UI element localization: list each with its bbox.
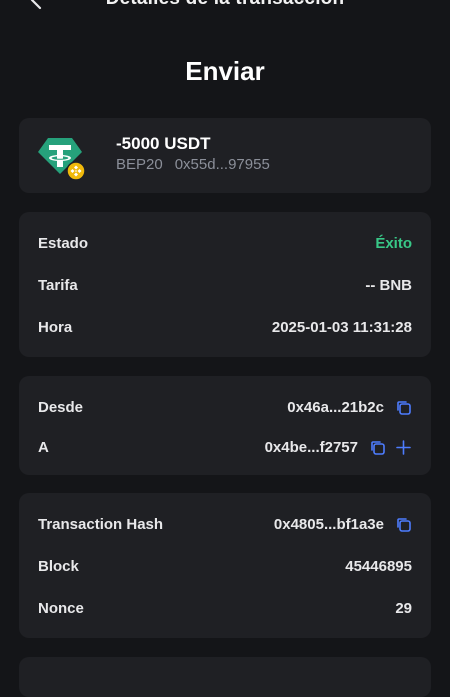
to-label: A xyxy=(38,438,49,456)
copy-icon xyxy=(396,400,411,415)
header-title: Detalles de la transacción xyxy=(0,0,450,10)
token-card: -5000 USDT BEP20 0x55d...97955 xyxy=(19,118,431,193)
hash-value-group: 0x4805...bf1a3e xyxy=(274,515,412,533)
nonce-label: Nonce xyxy=(38,599,84,617)
block-label: Block xyxy=(38,557,79,575)
bnb-chain-icon xyxy=(66,161,86,181)
header: Detalles de la transacción xyxy=(0,0,450,20)
hash-row: Transaction Hash 0x4805...bf1a3e xyxy=(38,512,412,536)
status-label: Estado xyxy=(38,234,89,252)
copy-from-button[interactable] xyxy=(394,398,412,416)
token-network-address: BEP20 0x55d...97955 xyxy=(116,156,270,173)
status-row: Estado Éxito xyxy=(38,231,412,255)
tether-icon xyxy=(38,133,86,181)
hash-value: 0x4805...bf1a3e xyxy=(273,515,384,533)
token-contract-address: 0x55d...97955 xyxy=(174,156,270,173)
copy-to-button[interactable] xyxy=(368,438,386,456)
copy-icon xyxy=(396,517,411,532)
token-amount: -5000 USDT xyxy=(116,134,211,153)
nonce-row: Nonce 29 xyxy=(38,596,412,620)
hash-label: Transaction Hash xyxy=(38,515,164,533)
to-value-group: 0x4be...f2757 xyxy=(265,438,412,456)
plus-icon xyxy=(395,439,411,455)
status-card: Estado Éxito Tarifa -- BNB Hora 2025-01-… xyxy=(19,212,431,357)
fee-row: Tarifa -- BNB xyxy=(38,273,412,297)
page-title: Enviar xyxy=(185,56,265,86)
copy-icon xyxy=(370,440,385,455)
token-network: BEP20 xyxy=(116,156,163,173)
addresses-card: Desde 0x46a...21b2c A 0x4be...f2757 xyxy=(19,376,431,475)
nonce-value: 29 xyxy=(395,599,412,617)
time-row: Hora 2025-01-03 11:31:28 xyxy=(38,315,412,339)
from-address: 0x46a...21b2c xyxy=(287,398,384,416)
block-value: 45446895 xyxy=(345,557,412,575)
status-value: Éxito xyxy=(375,234,412,252)
to-row: A 0x4be...f2757 xyxy=(38,435,412,459)
from-label: Desde xyxy=(38,398,84,416)
to-address: 0x4be...f2757 xyxy=(264,438,358,456)
copy-hash-button[interactable] xyxy=(394,515,412,533)
from-value-group: 0x46a...21b2c xyxy=(287,398,412,416)
more-details-card xyxy=(19,657,431,697)
from-row: Desde 0x46a...21b2c xyxy=(38,395,412,419)
add-contact-button[interactable] xyxy=(394,438,412,456)
fee-label: Tarifa xyxy=(38,276,78,294)
fee-value: -- BNB xyxy=(365,276,412,294)
chain-info-card: Transaction Hash 0x4805...bf1a3e Block 4… xyxy=(19,493,431,638)
time-label: Hora xyxy=(38,318,73,336)
block-row: Block 45446895 xyxy=(38,554,412,578)
time-value: 2025-01-03 11:31:28 xyxy=(271,318,412,336)
